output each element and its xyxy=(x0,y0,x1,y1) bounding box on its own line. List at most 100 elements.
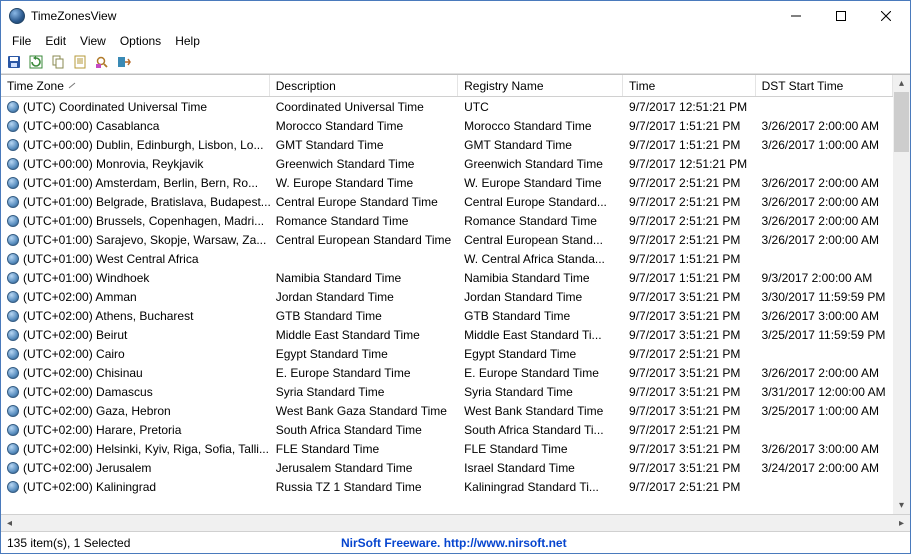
status-item-count: 135 item(s), 1 Selected xyxy=(1,536,341,550)
globe-icon xyxy=(7,158,19,170)
table-row[interactable]: (UTC+02:00) JerusalemJerusalem Standard … xyxy=(1,458,893,477)
cell-timezone: (UTC+02:00) Amman xyxy=(1,290,270,304)
cell-time: 9/7/2017 3:51:21 PM xyxy=(623,290,756,304)
table-row[interactable]: (UTC+01:00) Windhoek Namibia Standard Tim… xyxy=(1,268,893,287)
table-row[interactable]: (UTC+02:00) KaliningradRussia TZ 1 Stand… xyxy=(1,477,893,496)
globe-icon xyxy=(7,234,19,246)
table-row[interactable]: (UTC+02:00) AmmanJordan Standard TimeJor… xyxy=(1,287,893,306)
globe-icon xyxy=(7,310,19,322)
menu-options[interactable]: Options xyxy=(113,32,168,50)
table-row[interactable]: (UTC+00:00) Dublin, Edinburgh, Lisbon, L… xyxy=(1,135,893,154)
globe-icon xyxy=(7,272,19,284)
globe-icon xyxy=(7,101,19,113)
cell-timezone: (UTC+02:00) Chisinau xyxy=(1,366,270,380)
cell-registry-name: Namibia Standard Time xyxy=(458,271,623,285)
cell-dst-start-time: 3/26/2017 2:00:00 AM xyxy=(756,195,893,209)
header-registry-name[interactable]: Registry Name xyxy=(458,75,623,96)
cell-description: Central Europe Standard Time xyxy=(270,195,458,209)
cell-registry-name: South Africa Standard Ti... xyxy=(458,423,623,437)
menu-help[interactable]: Help xyxy=(168,32,207,50)
maximize-button[interactable] xyxy=(818,2,863,31)
cell-time: 9/7/2017 3:51:21 PM xyxy=(623,385,756,399)
header-time[interactable]: Time xyxy=(623,75,756,96)
properties-icon[interactable] xyxy=(71,53,89,71)
table-row[interactable]: (UTC+02:00) Helsinki, Kyiv, Riga, Sofia,… xyxy=(1,439,893,458)
header-dst-start-time[interactable]: DST Start Time xyxy=(756,75,893,96)
cell-timezone: (UTC+02:00) Cairo xyxy=(1,347,270,361)
cell-description: Jordan Standard Time xyxy=(270,290,458,304)
app-window: TimeZonesView File Edit View Options Hel… xyxy=(0,0,911,554)
cell-dst-start-time: 3/25/2017 11:59:59 PM xyxy=(756,328,893,342)
cell-description: Greenwich Standard Time xyxy=(270,157,458,171)
close-button[interactable] xyxy=(863,2,908,31)
table-row[interactable]: (UTC+02:00) Harare, PretoriaSouth Africa… xyxy=(1,420,893,439)
table-row[interactable]: (UTC+00:00) Monrovia, ReykjavikGreenwich… xyxy=(1,154,893,173)
cell-time: 9/7/2017 2:51:21 PM xyxy=(623,347,756,361)
table-row[interactable]: (UTC+01:00) Sarajevo, Skopje, Warsaw, Za… xyxy=(1,230,893,249)
scroll-up-arrow-icon[interactable]: ▴ xyxy=(893,75,910,92)
cell-registry-name: W. Central Africa Standa... xyxy=(458,252,623,266)
sort-indicator-icon xyxy=(68,79,76,93)
globe-icon xyxy=(7,367,19,379)
table-row[interactable]: (UTC+01:00) Amsterdam, Berlin, Bern, Ro.… xyxy=(1,173,893,192)
table-row[interactable]: (UTC+02:00) CairoEgypt Standard TimeEgyp… xyxy=(1,344,893,363)
cell-description: W. Europe Standard Time xyxy=(270,176,458,190)
cell-registry-name: Middle East Standard Ti... xyxy=(458,328,623,342)
header-timezone[interactable]: Time Zone xyxy=(1,75,270,96)
table-row[interactable]: (UTC) Coordinated Universal TimeCoordina… xyxy=(1,97,893,116)
header-description[interactable]: Description xyxy=(270,75,458,96)
vertical-scrollbar[interactable]: ▴ ▾ xyxy=(893,75,910,514)
cell-timezone: (UTC+01:00) Windhoek xyxy=(1,271,270,285)
find-icon[interactable] xyxy=(93,53,111,71)
cell-dst-start-time: 3/30/2017 11:59:59 PM xyxy=(756,290,893,304)
table-row[interactable]: (UTC+02:00) DamascusSyria Standard TimeS… xyxy=(1,382,893,401)
window-title: TimeZonesView xyxy=(31,9,773,23)
cell-dst-start-time: 3/26/2017 3:00:00 AM xyxy=(756,309,893,323)
cell-description: GMT Standard Time xyxy=(270,138,458,152)
globe-icon xyxy=(7,405,19,417)
scroll-thumb[interactable] xyxy=(894,92,909,152)
save-icon[interactable] xyxy=(5,53,23,71)
cell-timezone: (UTC+02:00) Kaliningrad xyxy=(1,480,270,494)
copy-icon[interactable] xyxy=(49,53,67,71)
exit-icon[interactable] xyxy=(115,53,133,71)
table-row[interactable]: (UTC+02:00) ChisinauE. Europe Standard T… xyxy=(1,363,893,382)
menu-view[interactable]: View xyxy=(73,32,113,50)
cell-time: 9/7/2017 3:51:21 PM xyxy=(623,328,756,342)
scroll-right-arrow-icon[interactable]: ▸ xyxy=(893,515,910,532)
table-row[interactable]: (UTC+02:00) Athens, BucharestGTB Standar… xyxy=(1,306,893,325)
table-row[interactable]: (UTC+00:00) CasablancaMorocco Standard T… xyxy=(1,116,893,135)
cell-timezone: (UTC+02:00) Damascus xyxy=(1,385,270,399)
scroll-track[interactable] xyxy=(893,92,910,497)
cell-registry-name: Romance Standard Time xyxy=(458,214,623,228)
table-row[interactable]: (UTC+01:00) West Central AfricaW. Centra… xyxy=(1,249,893,268)
minimize-button[interactable] xyxy=(773,2,818,31)
scroll-left-arrow-icon[interactable]: ◂ xyxy=(1,515,18,532)
cell-description: Jerusalem Standard Time xyxy=(270,461,458,475)
globe-icon xyxy=(7,253,19,265)
cell-registry-name: FLE Standard Time xyxy=(458,442,623,456)
menu-edit[interactable]: Edit xyxy=(38,32,73,50)
scroll-down-arrow-icon[interactable]: ▾ xyxy=(893,497,910,514)
cell-timezone: (UTC+01:00) Amsterdam, Berlin, Bern, Ro.… xyxy=(1,176,270,190)
cell-registry-name: GMT Standard Time xyxy=(458,138,623,152)
table-row[interactable]: (UTC+01:00) Belgrade, Bratislava, Budape… xyxy=(1,192,893,211)
cell-time: 9/7/2017 1:51:21 PM xyxy=(623,138,756,152)
refresh-icon[interactable] xyxy=(27,53,45,71)
cell-time: 9/7/2017 3:51:21 PM xyxy=(623,404,756,418)
globe-icon xyxy=(7,139,19,151)
status-link[interactable]: NirSoft Freeware. http://www.nirsoft.net xyxy=(341,536,910,550)
cell-time: 9/7/2017 2:51:21 PM xyxy=(623,176,756,190)
menu-file[interactable]: File xyxy=(5,32,38,50)
table-row[interactable]: (UTC+01:00) Brussels, Copenhagen, Madri.… xyxy=(1,211,893,230)
table-row[interactable]: (UTC+02:00) Gaza, HebronWest Bank Gaza S… xyxy=(1,401,893,420)
table-row[interactable]: (UTC+02:00) BeirutMiddle East Standard T… xyxy=(1,325,893,344)
globe-icon xyxy=(7,120,19,132)
globe-icon xyxy=(7,481,19,493)
scroll-track[interactable] xyxy=(18,515,893,532)
cell-registry-name: Egypt Standard Time xyxy=(458,347,623,361)
horizontal-scrollbar[interactable]: ◂ ▸ xyxy=(1,514,910,531)
globe-icon xyxy=(7,329,19,341)
cell-dst-start-time: 3/24/2017 2:00:00 AM xyxy=(756,461,893,475)
cell-dst-start-time: 3/26/2017 2:00:00 AM xyxy=(756,233,893,247)
